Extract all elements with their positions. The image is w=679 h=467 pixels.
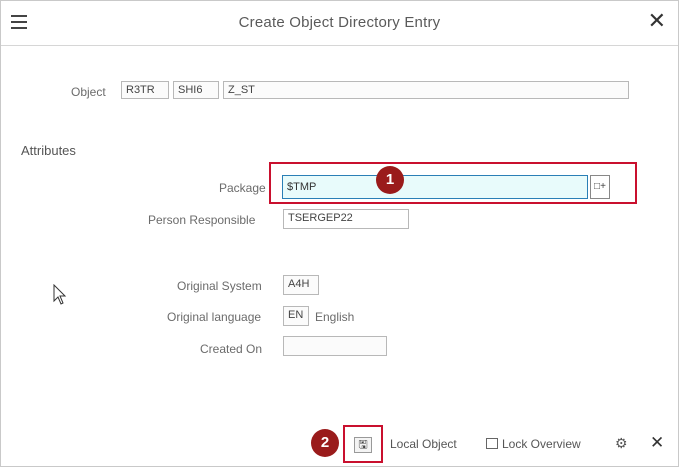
local-object-label: Local Object [390,437,457,451]
object-label: Object [71,85,106,99]
created-on-field [283,336,387,356]
attributes-heading: Attributes [21,143,76,158]
created-on-label: Created On [200,342,263,356]
title-bar: Create Object Directory Entry ✕ [1,1,678,46]
lock-icon [486,438,498,449]
package-value-help-button[interactable]: □+ [590,175,610,199]
package-label: Package [219,181,266,195]
dialog-window: Create Object Directory Entry ✕ Object R… [0,0,679,467]
object-pgmid-field: R3TR [121,81,169,99]
original-language-code: EN [283,306,309,326]
cancel-icon[interactable]: ✕ [650,433,664,453]
settings-icon[interactable]: ⚙ [615,435,628,452]
package-input[interactable]: $TMP [282,175,588,199]
lock-overview-button[interactable]: Lock Overview [486,437,581,451]
original-system-label: Original System [177,279,262,293]
mouse-cursor-icon [53,284,67,305]
save-icon: 🖫 [354,437,372,453]
dialog-title: Create Object Directory Entry [238,14,441,31]
original-language-label: Original language [167,310,262,324]
local-object-button[interactable]: Local Object [390,437,457,451]
close-icon[interactable]: ✕ [648,9,666,33]
original-system-field: A4H [283,275,319,295]
step-badge-1: 1 [376,166,404,194]
save-button[interactable]: 🖫 [343,425,383,463]
lock-overview-label: Lock Overview [502,437,581,451]
step-badge-2: 2 [311,429,339,457]
object-type-field: SHI6 [173,81,219,99]
person-responsible-label: Person Responsible [148,213,256,227]
person-responsible-field[interactable]: TSERGEP22 [283,209,409,229]
original-language-name: English [315,310,355,324]
object-name-field: Z_ST [223,81,629,99]
